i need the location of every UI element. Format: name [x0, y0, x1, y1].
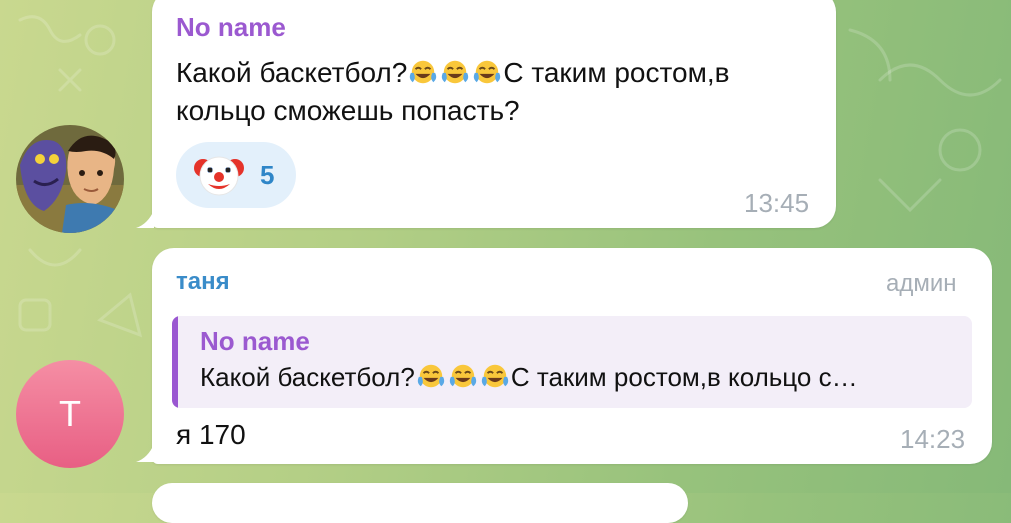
admin-badge: админ	[886, 270, 957, 297]
message-text-line: кольцо сможешь попасть?	[176, 95, 520, 126]
sender-avatar[interactable]	[16, 125, 124, 233]
reply-text-part: С таким ростом,в кольцо с…	[510, 362, 858, 392]
message-text[interactable]: я 170	[176, 416, 246, 454]
tears-of-joy-emoji	[442, 60, 469, 84]
reaction-count: 5	[260, 160, 275, 190]
message-text-part: Какой баскетбол?	[176, 57, 408, 88]
message-time: 14:23	[900, 424, 966, 454]
cartoon-avatar-image	[16, 125, 124, 233]
reply-bar	[172, 316, 178, 408]
reply-text: Какой баскетбол? С таким ростом,в кольцо …	[200, 362, 858, 393]
message-sender[interactable]: таня	[176, 268, 230, 296]
reply-text-part: Какой баскетбол?	[200, 362, 415, 392]
message-text[interactable]: Какой баскетбол? С таким ростом,в кольцо …	[176, 54, 826, 130]
message-time: 13:45	[744, 188, 810, 218]
message-bubble-partial[interactable]	[152, 483, 688, 523]
clown-face-emoji	[194, 156, 244, 196]
message-text-part: С таким ростом,в	[503, 57, 730, 88]
reply-quote[interactable]: No name Какой баскетбол? С таким ростом,в…	[172, 316, 972, 408]
reaction-chip[interactable]: 5	[176, 142, 296, 208]
tears-of-joy-emoji	[474, 60, 501, 84]
sender-avatar[interactable]: Т	[16, 360, 124, 468]
message-sender[interactable]: No name	[176, 12, 286, 43]
tears-of-joy-emoji	[417, 364, 445, 388]
bubble-tail	[136, 210, 154, 228]
bubble-tail	[136, 444, 154, 462]
reply-sender: No name	[200, 326, 310, 356]
tears-of-joy-emoji	[481, 364, 509, 388]
tears-of-joy-emoji	[449, 364, 477, 388]
tears-of-joy-emoji	[410, 60, 437, 84]
